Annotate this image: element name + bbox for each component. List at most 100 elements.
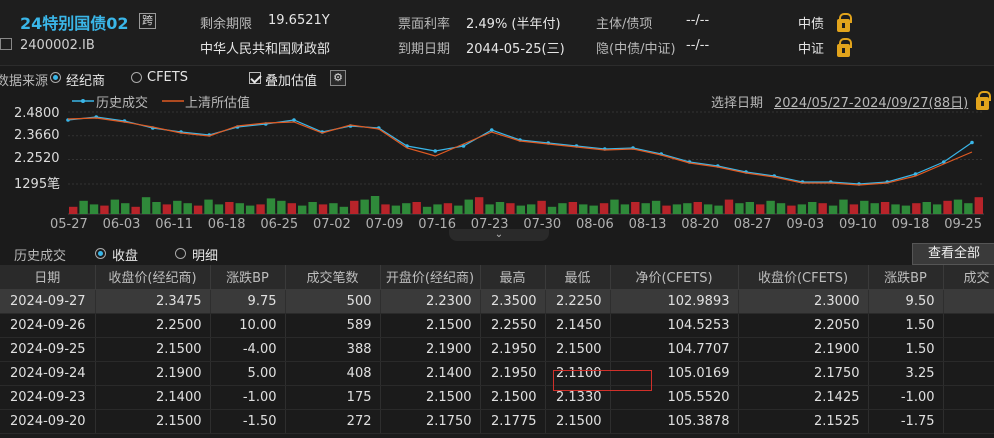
table-cell: 2024-09-26 <box>0 313 96 338</box>
legend-hist-swatch <box>72 99 94 103</box>
radio-selected-icon[interactable] <box>95 248 106 259</box>
table-row[interactable]: 2024-09-26 2.2500 10.00 589 2.1500 2.2550 2.14… <box>0 313 994 338</box>
remaining-label: 剩余期限 <box>200 17 253 32</box>
table-cell: 104.7707 <box>610 337 739 362</box>
volume-bar <box>953 199 963 214</box>
volume-bar <box>360 199 369 214</box>
volume-bar <box>839 199 848 214</box>
x-tick-label: 09-03 <box>786 217 825 232</box>
overlay-checkbox[interactable] <box>249 71 261 86</box>
volume-bar <box>870 203 879 214</box>
maturity-value: 2044-05-25(三) <box>466 42 565 57</box>
column-header[interactable]: 收盘价(经纪商) <box>95 265 211 290</box>
table-cell: 2.1500 <box>380 313 481 338</box>
table-cell: -1.50 <box>210 409 286 434</box>
series-hist-point <box>489 128 494 132</box>
series-hist-point <box>970 140 974 145</box>
volume-bar <box>495 202 505 214</box>
maturity-label: 到期日期 <box>398 42 451 57</box>
table-cell: 5.00 <box>210 361 286 386</box>
table-cell: 2.1400 <box>380 361 481 386</box>
table-cell <box>943 385 994 410</box>
column-header[interactable]: 净价(CFETS) <box>610 265 739 290</box>
column-header[interactable]: 涨跌BP <box>210 265 286 290</box>
series-hist-point <box>292 118 296 122</box>
collapse-chevron-icon[interactable]: ⌄ <box>449 229 549 241</box>
volume-bar <box>589 205 598 214</box>
table-row[interactable]: 2024-09-23 2.1400 -1.00 175 2.1500 2.1500 2.13… <box>0 385 994 410</box>
table-cell: 2024-09-25 <box>0 337 96 362</box>
volume-bar <box>443 203 453 214</box>
volume-bar <box>183 203 192 214</box>
volume-bar <box>620 204 630 214</box>
column-header[interactable]: 成交笔数 <box>285 265 381 290</box>
column-header[interactable]: 最高 <box>480 265 546 290</box>
highlight-box <box>553 370 652 391</box>
volume-bar <box>922 202 931 214</box>
coupon-value: 2.49% (半年付) <box>466 17 561 32</box>
tab-close-label[interactable]: 收盘 <box>112 245 138 264</box>
volume-bar <box>683 203 692 214</box>
column-header[interactable]: 涨跌BP <box>868 265 944 290</box>
tab-detail-radio[interactable] <box>175 247 186 262</box>
volume-bar <box>214 204 224 214</box>
x-tick-label: 07-02 <box>313 217 351 232</box>
x-tick-label: 08-27 <box>733 217 772 232</box>
volume-bar <box>121 203 130 214</box>
volume-bar <box>141 197 151 214</box>
view-all-button[interactable]: 查看全部 <box>912 243 994 265</box>
tab-detail-label[interactable]: 明细 <box>192 245 218 264</box>
volume-bar <box>651 200 661 214</box>
radio-selected-icon[interactable] <box>50 72 61 83</box>
series-sh-line <box>67 117 973 186</box>
column-header[interactable]: 成交 <box>943 265 994 290</box>
table-cell: 102.9893 <box>610 289 739 314</box>
volume-bar <box>454 205 463 214</box>
table-cell: 2024-09-24 <box>0 361 96 386</box>
volume-bar <box>662 205 671 214</box>
table-row[interactable]: 2024-09-24 2.1900 5.00 408 2.1400 2.1950 2.110… <box>0 361 994 386</box>
column-header[interactable]: 最低 <box>545 265 611 290</box>
remaining-value: 19.6521Y <box>268 13 330 28</box>
table-cell: 2.1900 <box>95 361 211 386</box>
source-cfets-label[interactable]: CFETS <box>147 70 188 85</box>
volume-bar <box>381 204 390 214</box>
checkbox-checked-icon[interactable] <box>249 72 261 84</box>
volume-bar <box>964 203 973 214</box>
volume-bar <box>828 205 838 214</box>
gear-icon[interactable]: ⚙ <box>330 70 346 86</box>
volume-bar <box>880 202 890 214</box>
column-header[interactable]: 收盘价(CFETS) <box>738 265 869 290</box>
price-chart[interactable] <box>0 108 994 216</box>
table-row[interactable]: 2024-09-20 2.1500 -1.50 272 2.1750 2.1775 2.15… <box>0 409 994 434</box>
volume-bar <box>308 202 317 214</box>
radio-unselected-icon[interactable] <box>131 72 142 83</box>
table-cell: 3.25 <box>868 361 944 386</box>
lock-icon[interactable] <box>837 38 852 57</box>
source-cfets-radio[interactable] <box>131 71 142 86</box>
volume-bar <box>610 199 619 214</box>
table-row[interactable]: 2024-09-27 2.3475 9.75 500 2.2300 2.3500 2.225… <box>0 289 994 314</box>
column-header[interactable]: 开盘价(经纪商) <box>380 265 481 290</box>
implied-rating-value: --/-- <box>686 38 710 53</box>
radio-unselected-icon[interactable] <box>175 248 186 259</box>
overlay-label[interactable]: 叠加估值 <box>265 70 317 89</box>
table-row[interactable]: 2024-09-25 2.1500 -4.00 388 2.1900 2.1950 2.15… <box>0 337 994 362</box>
x-tick-label: 05-27 <box>50 217 88 232</box>
column-header[interactable]: 日期 <box>0 265 96 290</box>
copy-icon[interactable] <box>0 38 12 50</box>
table-cell <box>943 361 994 386</box>
volume-bar <box>932 204 942 214</box>
y-tick-label: 2.4800 <box>14 106 60 121</box>
source-broker-label[interactable]: 经纪商 <box>66 70 105 89</box>
volume-bar <box>797 204 807 214</box>
volume-bar <box>464 199 473 214</box>
bond-code: 2400002.IB <box>20 38 95 53</box>
volume-bar <box>485 204 494 214</box>
volume-bar <box>527 204 536 214</box>
volume-bar <box>391 205 401 214</box>
source-broker-radio[interactable] <box>50 71 61 86</box>
tab-close-radio[interactable] <box>95 247 106 262</box>
lock-icon[interactable] <box>837 13 852 32</box>
table-cell: 2.1900 <box>738 337 869 362</box>
